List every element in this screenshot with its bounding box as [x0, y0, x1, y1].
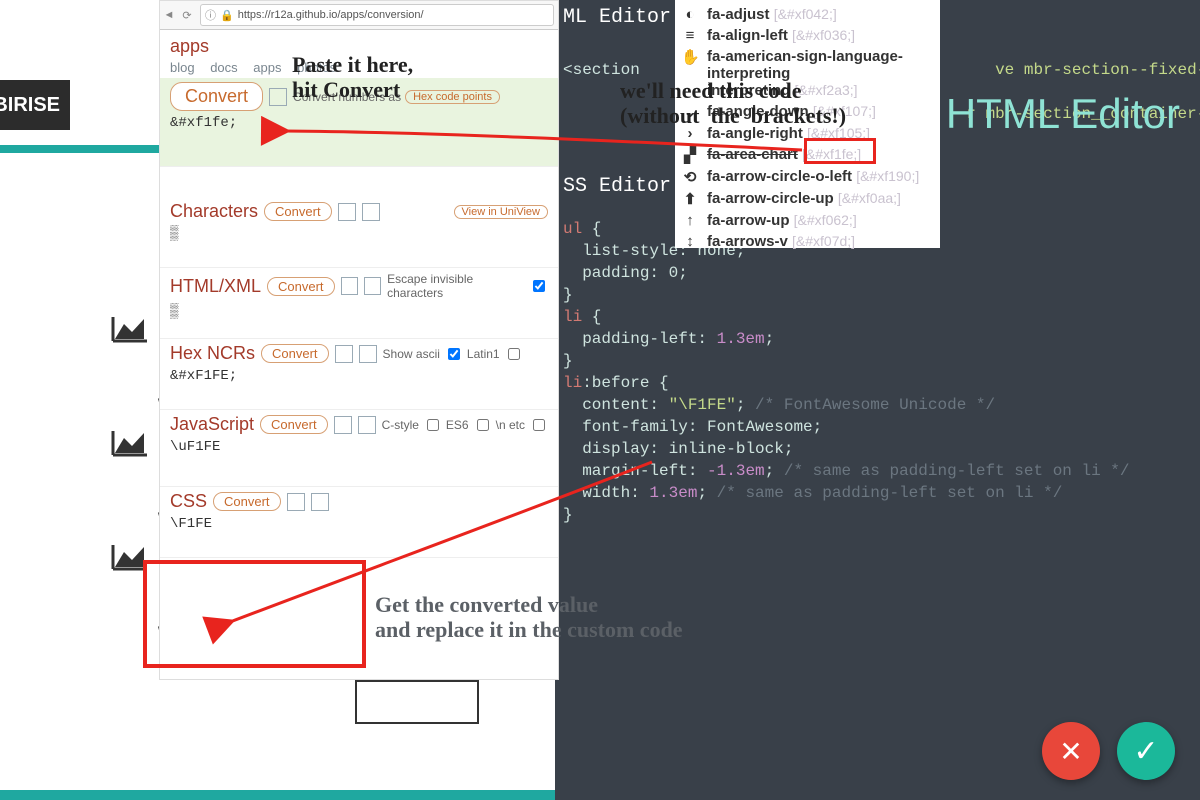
crumb-apps[interactable]: apps — [253, 60, 281, 75]
brand-bar: BIRISE — [0, 80, 70, 130]
teal-divider — [0, 145, 170, 153]
copy-icon[interactable] — [269, 88, 287, 106]
convert-button[interactable]: Convert — [260, 415, 328, 434]
view-uniview-button[interactable]: View in UniView — [454, 205, 548, 219]
highlight-code-box — [804, 138, 876, 164]
annotation-replace: Get the converted value and replace it i… — [375, 592, 683, 642]
characters-output[interactable]: ▒ — [170, 226, 548, 248]
annotation-need-code: we'll need this code (without the bracke… — [620, 78, 846, 128]
arrow-circle-left-icon: ⟲ — [681, 168, 699, 186]
show-ascii-checkbox[interactable] — [448, 348, 460, 360]
doc-icon[interactable] — [359, 345, 377, 363]
section-title: Hex NCRs — [170, 343, 255, 364]
section-title: HTML/XML — [170, 276, 261, 297]
crumb-docs[interactable]: docs — [210, 60, 237, 75]
area-chart-icon — [110, 428, 150, 458]
icon-row[interactable]: ↑fa-arrow-up [&#xf062;] — [681, 212, 934, 229]
css-section: CSS Convert \F1FE — [160, 487, 558, 558]
arrow-up-icon: ↑ — [681, 212, 699, 229]
back-icon[interactable]: ◄ — [160, 9, 178, 21]
html-xml-section: HTML/XML Convert Escape invisible charac… — [160, 268, 558, 339]
cancel-button[interactable]: ✕ — [1042, 722, 1100, 780]
doc-icon[interactable] — [358, 416, 376, 434]
es6-checkbox[interactable] — [477, 419, 489, 431]
copy-icon[interactable] — [341, 277, 358, 295]
icon-row[interactable]: ⬆fa-arrow-circle-up [&#xf0aa;] — [681, 190, 934, 208]
highlight-css-output-box — [143, 560, 366, 668]
url-text: https://r12a.github.io/apps/conversion/ — [238, 9, 424, 21]
arrows-v-icon: ↕ — [681, 233, 699, 250]
crumb-blog[interactable]: blog — [170, 60, 195, 75]
section-title: JavaScript — [170, 414, 254, 435]
escape-invisible-checkbox[interactable] — [533, 280, 545, 292]
doc-icon[interactable] — [362, 203, 380, 221]
confirm-button[interactable]: ✓ — [1117, 722, 1175, 780]
html-output[interactable]: ▒ — [170, 304, 548, 326]
icon-row[interactable]: ≡fa-align-left [&#xf036;] — [681, 27, 934, 44]
icon-row[interactable]: ◐fa-adjust [&#xf042;] — [681, 6, 934, 23]
css-code[interactable]: ul { list-style: none; padding: 0; } li … — [563, 218, 1200, 526]
latin1-checkbox[interactable] — [508, 348, 520, 360]
convert-button[interactable]: Convert — [261, 344, 329, 363]
hex-ncrs-section: Hex NCRs Convert Show ascii Latin1 &#xF1… — [160, 339, 558, 410]
newline-checkbox[interactable] — [533, 419, 545, 431]
arrow-circle-up-icon: ⬆ — [681, 190, 699, 208]
adjust-icon: ◐ — [681, 6, 699, 23]
asl-icon: ✋ — [681, 48, 699, 66]
icon-row[interactable]: ⟲fa-arrow-circle-o-left [&#xf190;] — [681, 168, 934, 186]
url-field[interactable]: ⓘ 🔒 https://r12a.github.io/apps/conversi… — [200, 4, 554, 26]
css-output[interactable]: \F1FE — [170, 516, 548, 538]
doc-icon[interactable] — [364, 277, 381, 295]
hex-code-points-pill[interactable]: Hex code points — [405, 90, 500, 104]
doc-icon[interactable] — [311, 493, 329, 511]
lock-icon: 🔒 — [220, 9, 234, 22]
copy-icon[interactable] — [335, 345, 353, 363]
convert-input[interactable]: &#xf1fe; — [170, 115, 548, 137]
copy-icon[interactable] — [287, 493, 305, 511]
area-chart-icon: ▞ — [681, 146, 699, 164]
section-title: Characters — [170, 201, 258, 222]
convert-button[interactable]: Convert — [264, 202, 332, 221]
copy-icon[interactable] — [334, 416, 352, 434]
js-output[interactable]: \uF1FE — [170, 439, 548, 461]
convert-button[interactable]: Convert — [213, 492, 281, 511]
section-title: CSS — [170, 491, 207, 512]
html-editor-title: HTML Editor — [946, 90, 1180, 138]
icon-row[interactable]: ↕fa-arrows-v [&#xf07d;] — [681, 233, 934, 250]
annotation-paste: Paste it here, hit Convert — [292, 52, 413, 102]
area-chart-icon — [110, 314, 150, 344]
align-left-icon: ≡ — [681, 27, 699, 44]
cstyle-checkbox[interactable] — [427, 419, 439, 431]
info-icon: ⓘ — [205, 7, 216, 23]
address-bar: ◄ ⟳ ⓘ 🔒 https://r12a.github.io/apps/conv… — [160, 1, 558, 30]
reload-icon[interactable]: ⟳ — [178, 9, 196, 22]
convert-button[interactable]: Convert — [170, 82, 263, 111]
copy-icon[interactable] — [338, 203, 356, 221]
preview-outline — [355, 680, 479, 724]
javascript-section: JavaScript Convert C-style ES6 \n etc \u… — [160, 410, 558, 487]
hex-output[interactable]: &#xF1FE; — [170, 368, 548, 390]
characters-section: Characters Convert View in UniView ▒ — [160, 197, 558, 268]
convert-button[interactable]: Convert — [267, 277, 335, 296]
